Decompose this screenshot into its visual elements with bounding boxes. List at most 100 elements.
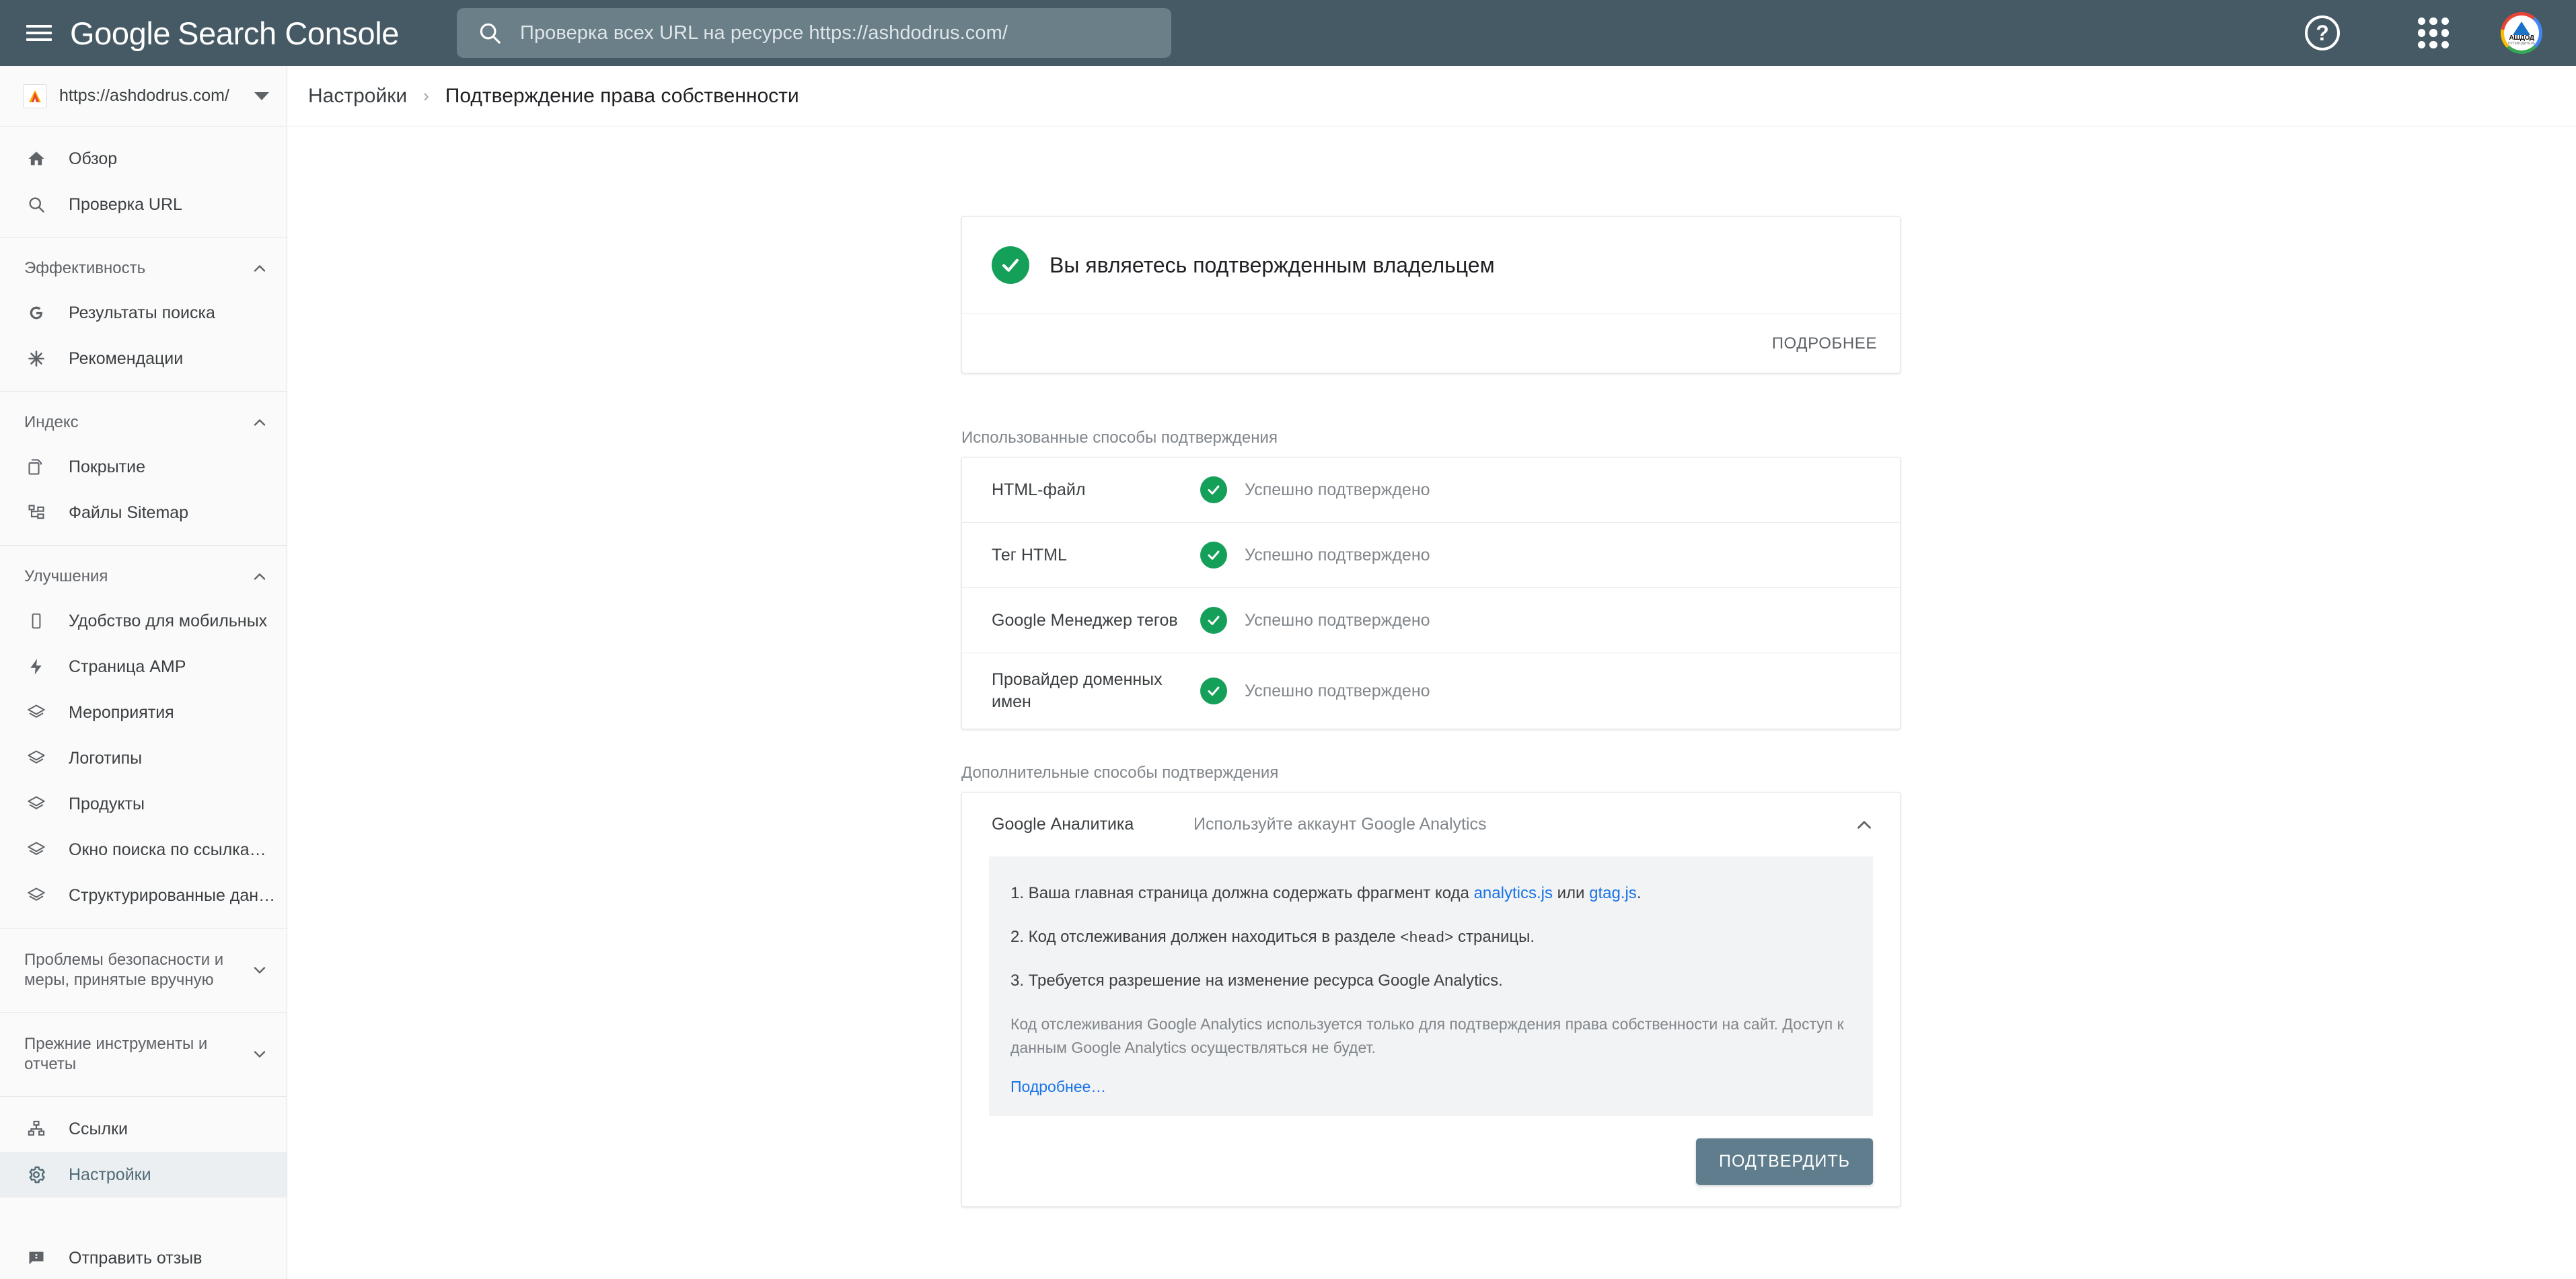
table-row[interactable]: Провайдер доменных имен Успешно подтверж… <box>962 653 1900 729</box>
verified-owner-title: Вы являетесь подтвержденным владельцем <box>1050 252 1495 277</box>
sidebar-item-label: Рекомендации <box>69 349 184 368</box>
google-analytics-actions: ПОДТВЕРДИТЬ <box>962 1116 1900 1206</box>
sidebar-item-overview[interactable]: Обзор <box>0 136 287 182</box>
green-check-icon <box>1200 607 1227 634</box>
sidebar-item-structured-data[interactable]: Структурированные данные, … <box>0 873 287 918</box>
search-input[interactable]: Проверка всех URL на ресурсе https://ash… <box>457 8 1171 58</box>
pages-icon <box>23 453 50 480</box>
mobile-icon <box>23 608 50 634</box>
sidebar-item-label: Результаты поиска <box>69 303 215 322</box>
method-status: Успешно подтверждено <box>1245 545 1430 564</box>
method-name: Google Аналитика <box>992 815 1134 834</box>
sidebar-item-events[interactable]: Мероприятия <box>0 690 287 735</box>
green-check-icon <box>992 246 1029 284</box>
learn-more-button[interactable]: ПОДРОБНЕЕ <box>1772 334 1877 353</box>
analytics-more-link[interactable]: Подробнее… <box>1010 1078 1106 1096</box>
settings-content: Вы являетесь подтвержденным владельцем П… <box>288 127 2576 1279</box>
chevron-down-icon[interactable] <box>254 92 269 100</box>
google-analytics-method-card: Google Аналитика Используйте аккаунт Goo… <box>961 792 1901 1208</box>
verified-owner-footer: ПОДРОБНЕЕ <box>962 314 1900 373</box>
help-icon[interactable]: ? <box>2305 15 2340 50</box>
method-name: Тег HTML <box>992 545 1067 564</box>
sidebar-group-top: Обзор Проверка URL <box>0 126 287 237</box>
sidebar-section-security: Проблемы безопасности и меры, принятые в… <box>0 928 287 1013</box>
sidebar-section-header-performance[interactable]: Эффективность <box>0 247 287 290</box>
links-icon <box>23 1116 50 1142</box>
sidebar-item-send-feedback[interactable]: Отправить отзыв <box>0 1235 287 1279</box>
sidebar-item-sitelinks-searchbox[interactable]: Окно поиска по ссылкам сайта <box>0 827 287 873</box>
section-title: Улучшения <box>24 567 108 585</box>
sparkle-icon <box>23 345 50 372</box>
verify-button[interactable]: ПОДТВЕРДИТЬ <box>1696 1138 1873 1185</box>
sidebar: https://ashdodrus.com/ Обзор Проверка UR… <box>0 66 287 1279</box>
sidebar-item-sitemaps[interactable]: Файлы Sitemap <box>0 490 287 536</box>
sidebar-item-search-results[interactable]: Результаты поиска <box>0 290 287 336</box>
green-check-icon <box>1200 542 1227 569</box>
avatar[interactable]: АШДОД ПУТЕВОДИТЕЛЬ <box>2501 12 2542 54</box>
breadcrumb: Настройки › Подтверждение права собствен… <box>288 66 2576 126</box>
method-status: Успешно подтверждено <box>1245 610 1430 630</box>
sidebar-item-coverage[interactable]: Покрытие <box>0 444 287 490</box>
chevron-up-icon[interactable] <box>250 567 269 586</box>
list-item: 2. Код отслеживания должен находиться в … <box>1010 926 1851 949</box>
layers-icon <box>23 836 50 863</box>
method-description: Используйте аккаунт Google Analytics <box>1193 815 1487 834</box>
feedback-icon <box>23 1245 50 1272</box>
gtag-js-link[interactable]: gtag.js <box>1589 884 1637 902</box>
sidebar-item-settings[interactable]: Настройки <box>0 1152 287 1198</box>
list-item: 1. Ваша главная страница должна содержат… <box>1010 882 1851 906</box>
sidebar-item-logos[interactable]: Логотипы <box>0 735 287 781</box>
table-row[interactable]: HTML-файл Успешно подтверждено <box>962 458 1900 523</box>
sidebar-item-amp[interactable]: Страница AMP <box>0 644 287 690</box>
analytics-js-link[interactable]: analytics.js <box>1474 884 1553 902</box>
sidebar-section-enhancements: Улучшения Удобство для мобильных Страниц… <box>0 546 287 928</box>
brand-google: Google <box>70 15 171 51</box>
hamburger-menu-icon[interactable] <box>24 22 54 44</box>
sidebar-item-label: Отправить отзыв <box>69 1248 203 1268</box>
method-status: Успешно подтверждено <box>1245 681 1430 700</box>
sidebar-section-header-legacy-tools[interactable]: Прежние инструменты и отчеты <box>0 1022 287 1087</box>
gear-icon <box>23 1161 50 1188</box>
sidebar-item-mobile-usability[interactable]: Удобство для мобильных <box>0 598 287 644</box>
sidebar-section-header-enhancements[interactable]: Улучшения <box>0 555 287 598</box>
chevron-up-icon[interactable] <box>250 259 269 278</box>
sidebar-section-performance: Эффективность Результаты поиска Рекоменд… <box>0 237 287 392</box>
sidebar-group-utility: Отправить отзыв О новой версии <box>0 1207 287 1279</box>
chevron-down-icon[interactable] <box>250 961 269 980</box>
sidebar-section-header-index[interactable]: Индекс <box>0 401 287 444</box>
chevron-up-icon[interactable] <box>250 413 269 432</box>
site-favicon-glyph <box>29 89 41 102</box>
method-name: Провайдер доменных имен <box>992 670 1163 711</box>
sidebar-item-products[interactable]: Продукты <box>0 781 287 827</box>
step-1-prefix: 1. Ваша главная страница должна содержат… <box>1010 884 1474 902</box>
sidebar-item-url-inspection[interactable]: Проверка URL <box>0 182 287 227</box>
breadcrumb-separator-icon: › <box>423 85 429 106</box>
section-title: Проблемы безопасности и меры, принятые в… <box>24 951 224 989</box>
chevron-up-icon[interactable] <box>1853 813 1876 836</box>
apps-grid-icon[interactable] <box>2416 15 2451 50</box>
sidebar-item-label: Логотипы <box>69 748 143 768</box>
property-selector[interactable]: https://ashdodrus.com/ <box>0 66 287 126</box>
chevron-down-icon[interactable] <box>250 1045 269 1064</box>
help-icon-glyph: ? <box>2316 20 2329 45</box>
sidebar-section-header-security[interactable]: Проблемы безопасности и меры, принятые в… <box>0 938 287 1002</box>
breadcrumb-parent[interactable]: Настройки <box>308 85 407 108</box>
sidebar-item-label: Мероприятия <box>69 702 174 722</box>
sidebar-item-label: Обзор <box>69 149 118 168</box>
table-row[interactable]: Тег HTML Успешно подтверждено <box>962 523 1900 588</box>
google-analytics-header[interactable]: Google Аналитика Используйте аккаунт Goo… <box>962 793 1900 856</box>
sitemap-icon <box>23 499 50 526</box>
app-brand: Google Search Console <box>70 15 399 52</box>
sidebar-group-bottom: Ссылки Настройки <box>0 1097 287 1207</box>
method-status: Успешно подтверждено <box>1245 480 1430 499</box>
method-name: Google Менеджер тегов <box>992 610 1178 630</box>
google-analytics-instructions: 1. Ваша главная страница должна содержат… <box>989 856 1873 1117</box>
sidebar-item-links[interactable]: Ссылки <box>0 1106 287 1152</box>
sidebar-item-label: Структурированные данные, … <box>69 885 276 905</box>
table-row[interactable]: Google Менеджер тегов Успешно подтвержде… <box>962 588 1900 653</box>
step-1-suffix: . <box>1636 884 1642 902</box>
sidebar-item-recommendations[interactable]: Рекомендации <box>0 336 287 381</box>
section-title: Индекс <box>24 413 79 431</box>
sidebar-item-label: Страница AMP <box>69 657 186 676</box>
method-name: HTML-файл <box>992 480 1086 499</box>
